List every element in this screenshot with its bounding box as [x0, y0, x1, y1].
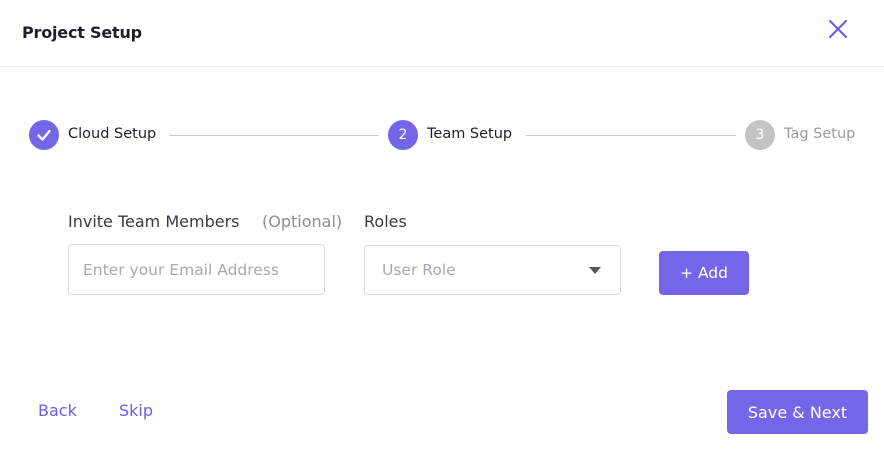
save-next-button[interactable]: Save & Next	[727, 390, 868, 434]
skip-button[interactable]: Skip	[119, 401, 153, 420]
step-2-label: Team Setup	[427, 126, 513, 142]
step-1-circle	[29, 120, 59, 150]
role-select[interactable]: User Role	[364, 245, 621, 295]
caret-down-icon	[589, 267, 601, 274]
add-member-button[interactable]: + Add	[659, 251, 749, 295]
modal-header: Project Setup	[0, 0, 884, 67]
close-button[interactable]	[826, 17, 850, 41]
roles-label: Roles	[364, 212, 407, 231]
invite-members-label: Invite Team Members	[68, 212, 240, 231]
step-1-label: Cloud Setup	[68, 126, 157, 142]
close-icon	[828, 19, 848, 39]
step-3-circle: 3	[745, 120, 775, 150]
stepper: Cloud Setup 2 Team Setup 3 Tag Setup	[0, 120, 884, 152]
role-select-value: User Role	[382, 261, 456, 279]
optional-label: (Optional)	[262, 212, 343, 231]
step-3-label: Tag Setup	[784, 126, 856, 142]
step-connector	[526, 135, 736, 136]
modal-title: Project Setup	[22, 23, 142, 42]
project-setup-modal: Project Setup Cloud Setup 2 Team Setup 3…	[0, 0, 884, 475]
email-field[interactable]	[69, 245, 324, 294]
step-connector	[169, 135, 379, 136]
back-button[interactable]: Back	[38, 401, 77, 420]
email-field-wrapper	[68, 244, 325, 295]
step-2-circle: 2	[388, 120, 418, 150]
check-icon	[37, 129, 51, 141]
